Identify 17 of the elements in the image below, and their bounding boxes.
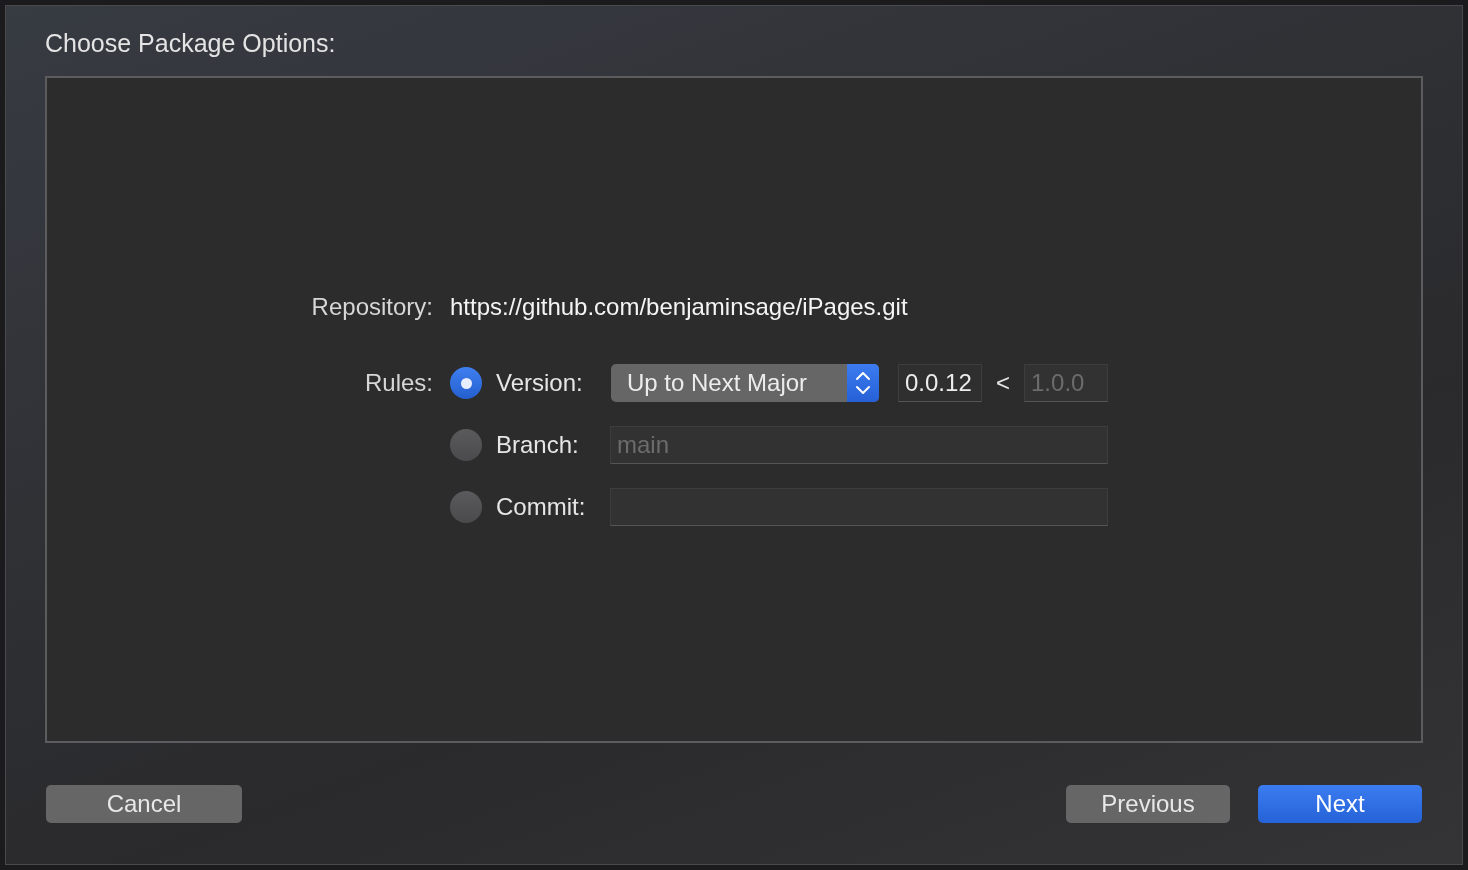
- dialog-button[interactable]: Cancel: [46, 785, 242, 823]
- radio-button[interactable]: [450, 429, 482, 461]
- field-label: Repository:: [311, 292, 433, 322]
- repository-url: https://github.com/benjaminsage/iPages.git: [450, 292, 909, 322]
- sheet-title: Choose Package Options:: [45, 28, 337, 58]
- less-than-sign: <: [996, 369, 1010, 397]
- version-rule-dropdown[interactable]: Up to Next Major: [611, 364, 879, 402]
- option-label: Branch:: [496, 431, 580, 459]
- field-label: Rules:: [364, 368, 433, 398]
- dialog-button[interactable]: Next: [1258, 785, 1422, 823]
- option-label: Version:: [496, 369, 584, 397]
- dialog-button[interactable]: Previous: [1066, 785, 1230, 823]
- radio-button[interactable]: [450, 367, 482, 399]
- option-label: Commit:: [496, 493, 587, 521]
- up-down-chevron-icon: [855, 370, 871, 396]
- version-input[interactable]: 0.0.12: [898, 364, 982, 402]
- radio-button[interactable]: [450, 491, 482, 523]
